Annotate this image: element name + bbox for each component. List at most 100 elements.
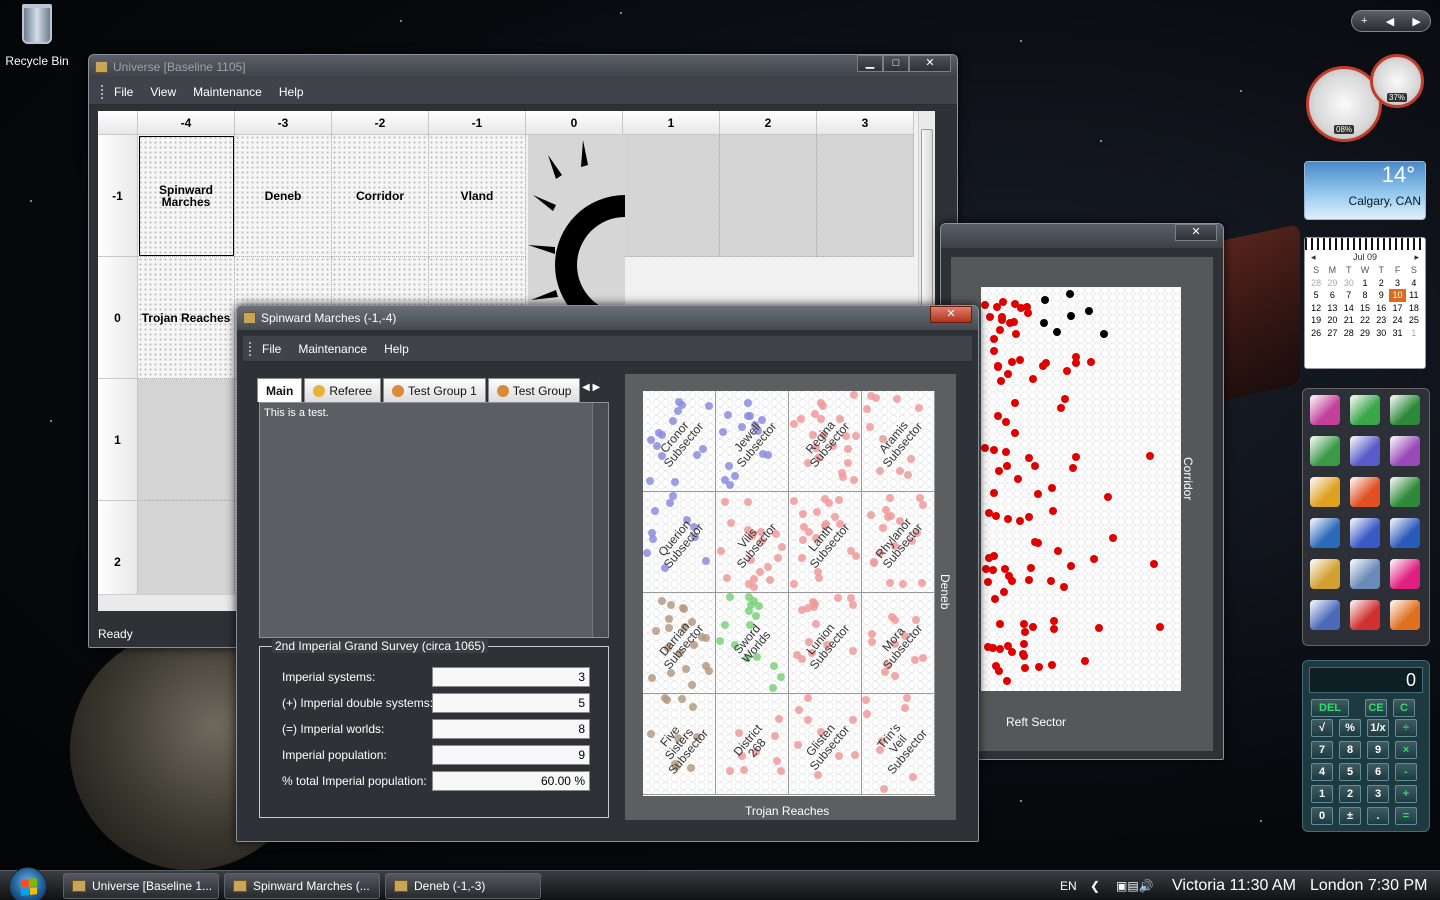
app-icon-7[interactable] xyxy=(1310,477,1340,507)
survey-value[interactable]: 5 xyxy=(432,693,590,713)
language-indicator[interactable]: EN xyxy=(1060,871,1077,900)
calendar-day[interactable]: 3 xyxy=(1389,277,1405,290)
subsector-cell[interactable]: Trin's Veil Subsector xyxy=(862,694,935,795)
start-button[interactable] xyxy=(9,867,47,900)
app-icon-17[interactable] xyxy=(1350,600,1380,630)
clock-local[interactable]: Victoria 11:30 AM xyxy=(1172,871,1296,900)
app-icon-11[interactable] xyxy=(1350,518,1380,548)
subsector-cell[interactable]: Regina Subsector xyxy=(789,391,862,492)
sector-cell[interactable]: Vland xyxy=(429,135,526,257)
calendar-day[interactable]: 12 xyxy=(1308,302,1324,315)
subsector-cell[interactable]: Rhylanor Subsector xyxy=(862,492,935,593)
chevron-right-icon[interactable]: ▶ xyxy=(1412,15,1420,28)
tray-icons[interactable]: ▣▤🔊 xyxy=(1116,871,1154,900)
survey-value[interactable]: 9 xyxy=(432,745,590,765)
menu-help[interactable]: Help xyxy=(384,342,409,356)
app-icon-10[interactable] xyxy=(1310,518,1340,548)
taskbar-button-universe[interactable]: Universe [Baseline 1... xyxy=(63,873,219,899)
calc-key[interactable]: 3 xyxy=(1367,785,1389,803)
sector-cell[interactable] xyxy=(138,379,235,501)
calc-key[interactable]: ± xyxy=(1339,807,1361,825)
taskbar-button-spinward[interactable]: Spinward Marches (... xyxy=(224,873,380,899)
calendar-day[interactable]: 8 xyxy=(1357,289,1373,302)
calc-key[interactable]: 1 xyxy=(1311,785,1333,803)
subsector-cell[interactable]: Lanth Subsector xyxy=(789,492,862,593)
menu-help[interactable]: Help xyxy=(279,85,304,99)
calc-key[interactable]: 5 xyxy=(1339,763,1361,781)
app-icon-1[interactable] xyxy=(1310,395,1340,425)
spinward-marches-window[interactable]: Spinward Marches (-1,-4) ✕ File Maintena… xyxy=(236,305,979,842)
chevron-right-icon[interactable]: ▶ xyxy=(592,382,600,393)
sector-cell[interactable]: Spinward Marches xyxy=(138,135,235,257)
calendar-day[interactable]: 18 xyxy=(1406,302,1422,315)
tab-referee[interactable]: Referee xyxy=(304,378,382,402)
subsector-cell[interactable]: Cronor Subsector xyxy=(643,391,716,492)
calendar-day[interactable]: 22 xyxy=(1357,314,1373,327)
calc-key[interactable]: 4 xyxy=(1311,763,1333,781)
sector-cell[interactable] xyxy=(623,135,720,257)
app-icon-15[interactable] xyxy=(1390,559,1420,589)
calendar-day[interactable]: 1 xyxy=(1357,277,1373,290)
memory-meter-gadget[interactable]: 37% xyxy=(1370,54,1424,108)
minimize-button[interactable]: ▁ xyxy=(857,55,883,72)
menu-file[interactable]: File xyxy=(114,85,133,99)
calendar-day[interactable]: 31 xyxy=(1389,327,1405,340)
app-icon-13[interactable] xyxy=(1310,559,1340,589)
calendar-day[interactable]: 7 xyxy=(1341,289,1357,302)
calc-key[interactable]: = xyxy=(1395,807,1417,825)
calc-key[interactable]: ÷ xyxy=(1395,719,1417,737)
calendar-day[interactable]: 29 xyxy=(1324,277,1340,290)
notes-scrollbar[interactable] xyxy=(592,403,608,637)
subsector-cell[interactable]: Aramis Subsector xyxy=(862,391,935,492)
calendar-day[interactable]: 30 xyxy=(1373,327,1389,340)
app-icon-8[interactable] xyxy=(1350,477,1380,507)
calc-key[interactable]: √ xyxy=(1311,719,1333,737)
subsector-cell[interactable]: Mora Subsector xyxy=(862,593,935,694)
menu-maintenance[interactable]: Maintenance xyxy=(193,85,262,99)
calc-key[interactable]: 2 xyxy=(1339,785,1361,803)
sector-cell[interactable]: Corridor xyxy=(332,135,429,257)
calc-key[interactable]: . xyxy=(1367,807,1389,825)
survey-value[interactable]: 60.00 % xyxy=(432,771,590,791)
calendar-day[interactable]: 28 xyxy=(1341,327,1357,340)
chevron-right-icon[interactable]: ▸ xyxy=(1414,252,1419,263)
tab-test-group-1[interactable]: Test Group 1 xyxy=(383,378,486,402)
subsector-cell[interactable]: District 268 xyxy=(716,694,789,795)
calc-key[interactable]: + xyxy=(1395,785,1417,803)
calendar-day[interactable]: 1 xyxy=(1406,327,1422,340)
subsector-cell[interactable]: Lunion Subsector xyxy=(789,593,862,694)
tab-scroll-arrows[interactable]: ◀ ▶ xyxy=(582,382,600,393)
calendar-day[interactable]: 14 xyxy=(1341,302,1357,315)
deneb-sector-map[interactable] xyxy=(981,287,1181,691)
survey-value[interactable]: 8 xyxy=(432,719,590,739)
taskbar-button-deneb[interactable]: Deneb (-1,-3) xyxy=(385,873,541,899)
app-icon-4[interactable] xyxy=(1310,436,1340,466)
title-bar[interactable]: ✕ xyxy=(941,224,1223,248)
calc-key[interactable]: × xyxy=(1395,741,1417,759)
sector-cell[interactable]: Deneb xyxy=(235,135,332,257)
calendar-day[interactable]: 6 xyxy=(1324,289,1340,302)
sector-cell[interactable] xyxy=(720,135,817,257)
calc-key[interactable]: DEL xyxy=(1311,699,1349,717)
calc-key[interactable]: 6 xyxy=(1367,763,1389,781)
calendar-day[interactable]: 19 xyxy=(1308,314,1324,327)
calendar-day[interactable]: 21 xyxy=(1341,314,1357,327)
app-icon-18[interactable] xyxy=(1390,600,1420,630)
calc-key[interactable]: 7 xyxy=(1311,741,1333,759)
calendar-day[interactable]: 17 xyxy=(1389,302,1405,315)
calendar-day[interactable]: 10 xyxy=(1389,289,1406,302)
scrollbar-thumb[interactable] xyxy=(921,129,933,329)
app-icon-12[interactable] xyxy=(1390,518,1420,548)
calendar-day[interactable]: 20 xyxy=(1324,314,1340,327)
recycle-bin[interactable]: Recycle Bin xyxy=(4,4,70,68)
calc-key[interactable]: CE xyxy=(1365,699,1387,717)
calendar-day[interactable]: 15 xyxy=(1357,302,1373,315)
chevron-left-icon[interactable]: ❮ xyxy=(1090,871,1100,900)
calendar-day[interactable]: 28 xyxy=(1308,277,1324,290)
close-button[interactable]: ✕ xyxy=(909,55,951,72)
maximize-button[interactable]: □ xyxy=(883,55,909,72)
tab-test-group[interactable]: Test Group xyxy=(487,378,581,402)
app-icon-6[interactable] xyxy=(1390,436,1420,466)
calc-key[interactable]: 9 xyxy=(1367,741,1389,759)
calc-key[interactable]: - xyxy=(1395,763,1417,781)
